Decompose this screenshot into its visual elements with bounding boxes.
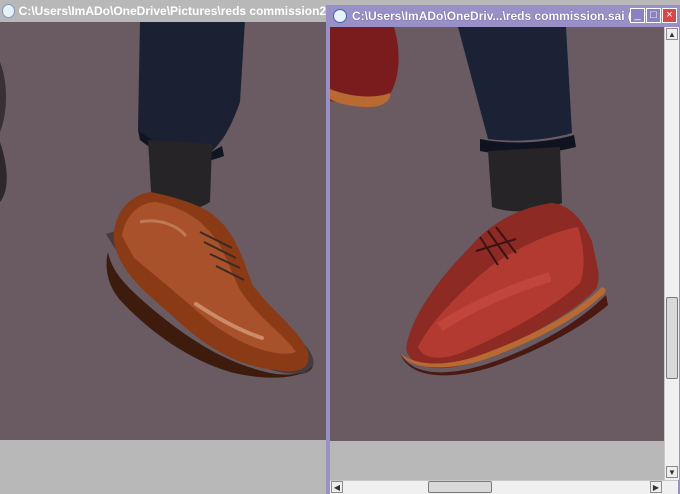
- vertical-scrollbar[interactable]: ▲ ▼: [664, 27, 679, 480]
- horizontal-scroll-thumb[interactable]: [428, 481, 492, 493]
- front-window-titlebar[interactable]: C:\Users\ImADo\OneDriv...\reds commissio…: [326, 5, 680, 27]
- front-canvas-window[interactable]: C:\Users\ImADo\OneDriv...\reds commissio…: [326, 5, 680, 494]
- canvas-artwork-area[interactable]: [330, 27, 664, 441]
- scroll-up-button[interactable]: ▲: [666, 28, 678, 40]
- brown-shoe-artwork: [0, 22, 314, 378]
- back-window-title: C:\Users\ImADo\OneDrive\Pictures\reds co…: [18, 4, 330, 18]
- paintbrush-app-icon: [333, 9, 347, 23]
- scroll-left-button[interactable]: ◀: [331, 481, 343, 493]
- close-button[interactable]: ×: [662, 8, 677, 23]
- front-window-title: C:\Users\ImADo\OneDriv...\reds commissio…: [352, 9, 660, 23]
- red-shoe-artwork: [330, 27, 608, 376]
- scroll-down-button[interactable]: ▼: [666, 466, 678, 478]
- scroll-right-button[interactable]: ▶: [650, 481, 662, 493]
- paintbrush-app-icon: [2, 4, 15, 18]
- maximize-button[interactable]: □: [646, 8, 661, 23]
- front-drawing-canvas[interactable]: [330, 27, 664, 480]
- horizontal-scrollbar[interactable]: ◀ ▶: [330, 480, 678, 494]
- back-canvas-window[interactable]: C:\Users\ImADo\OneDrive\Pictures\reds co…: [0, 0, 330, 494]
- back-window-titlebar[interactable]: C:\Users\ImADo\OneDrive\Pictures\reds co…: [0, 0, 330, 22]
- minimize-button[interactable]: _: [630, 8, 645, 23]
- back-drawing-canvas[interactable]: [0, 22, 330, 440]
- vertical-scroll-thumb[interactable]: [666, 297, 678, 379]
